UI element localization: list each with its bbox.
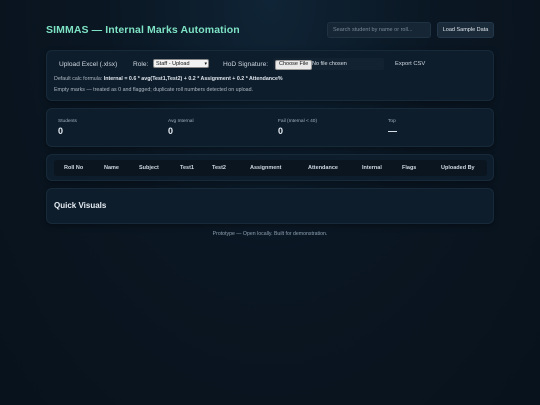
column-header-test2[interactable]: Test2 [212,160,226,176]
stat-fail: Fail (Internal < 40) 0 [278,119,317,136]
stat-label: Top [388,119,396,124]
column-header-test1[interactable]: Test1 [180,160,194,176]
app-header: SIMMAS — Internal Marks Automation Load … [46,22,494,40]
footer-text: Prototype — Open locally. Built for demo… [212,231,328,237]
column-header-name[interactable]: Name [104,160,119,176]
stat-value: — [388,126,397,136]
column-header-roll-no[interactable]: Roll No [64,160,83,176]
upload-controls-card: Upload Excel (.xlsx) Role: Staff - Uploa… [46,50,494,101]
marks-table-card: Roll No Name Subject Test1 Test2 Assignm… [46,154,494,181]
formula-note: Default calc formula: Internal = 0.6 * a… [54,76,283,82]
load-sample-data-button[interactable]: Load Sample Data [437,22,494,38]
stat-top: Top — [388,119,397,136]
stat-value: 0 [168,126,174,136]
column-header-internal[interactable]: Internal [362,160,382,176]
column-header-subject[interactable]: Subject [139,160,159,176]
hod-signature-file-input[interactable]: Choose File No file chosen [273,58,384,70]
chevron-down-icon: ▾ [204,61,207,67]
empty-marks-note: Empty marks — treated as 0 and flagged; … [54,87,254,93]
stat-value: 0 [58,126,64,136]
stats-card: Students 0 Avg Internal 0 Fail (Internal… [46,108,494,147]
column-header-assignment[interactable]: Assignment [250,160,281,176]
choose-file-button[interactable]: Choose File [275,60,313,70]
stat-label: Avg Internal [168,119,194,124]
formula-text: Internal = 0.6 * avg(Test1,Test2) + 0.2 … [103,76,283,82]
upload-excel-button[interactable]: Upload Excel (.xlsx) [59,61,117,68]
role-label: Role: [133,61,149,68]
column-header-attendance[interactable]: Attendance [308,160,338,176]
column-header-flags[interactable]: Flags [402,160,416,176]
stat-students: Students 0 [58,119,77,136]
app-title: SIMMAS — Internal Marks Automation [46,24,240,36]
student-search-input[interactable] [327,22,431,38]
stat-value: 0 [278,126,284,136]
export-csv-button[interactable]: Export CSV [395,61,425,67]
role-selected-value: Staff - Upload [156,61,190,67]
quick-visuals-card: Quick Visuals [46,188,494,224]
no-file-text: No file chosen [312,61,347,67]
formula-prefix: Default calc formula: [54,76,103,82]
stat-avg-internal: Avg Internal 0 [168,119,194,136]
hod-signature-label: HoD Signature: [223,61,269,68]
role-select[interactable]: Staff - Upload ▾ [153,59,209,68]
stat-label: Students [58,119,77,124]
quick-visuals-title: Quick Visuals [54,201,107,210]
column-header-uploaded-by[interactable]: Uploaded By [441,160,475,176]
stat-label: Fail (Internal < 40) [278,119,318,124]
marks-table-header: Roll No Name Subject Test1 Test2 Assignm… [54,160,487,176]
